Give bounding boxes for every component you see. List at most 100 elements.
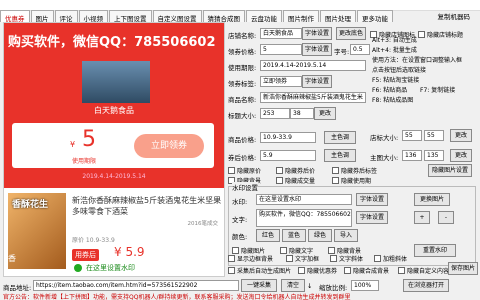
hide-custom-content-check[interactable]: 隐藏自定义内容 <box>398 266 449 275</box>
tab-custom[interactable]: 自定义图设置 <box>152 10 202 23</box>
claim-coupon-button: 立即领券 <box>134 134 204 158</box>
text-italic-check[interactable]: 文字斜体 <box>330 254 363 263</box>
change-bg-button[interactable]: 更改底色 <box>336 27 366 40</box>
main-image-width-input[interactable]: 136 <box>402 150 422 161</box>
reset-watermark-button[interactable]: 重置水印 <box>414 244 456 257</box>
coupon-price-label: 券后价格: <box>228 154 257 162</box>
show-border-bg-check[interactable]: 显示边框背景 <box>228 254 273 263</box>
hide-use-period-check[interactable]: 隐藏使用期 <box>332 176 371 185</box>
coupon-value-input[interactable]: 5 <box>260 44 302 55</box>
tab-coupon[interactable]: 优惠券 <box>0 10 30 23</box>
hide-original-price-check[interactable]: 隐藏原价 <box>228 166 261 175</box>
product-image-text: 香酥花生 <box>12 200 49 210</box>
coupon-yen: ¥ <box>70 140 76 149</box>
collect-button[interactable]: 一键采集 <box>241 279 277 292</box>
url-input[interactable]: https://item.taobao.com/item.htm?id=5735… <box>33 280 239 291</box>
color-blue-button[interactable]: 蓝色 <box>282 229 306 242</box>
main-image-size-change-button[interactable]: 更改 <box>450 149 472 162</box>
tab-cloud[interactable]: 云盘功能 <box>246 10 282 23</box>
auto-generate-check[interactable]: 采集后自动生成图片 <box>228 266 291 275</box>
main-image-size-label: 主图大小: <box>370 154 399 162</box>
coupon-price: ¥ 5.9 <box>114 245 145 259</box>
zoom-input[interactable]: 100% <box>351 280 379 291</box>
main-image-height-input[interactable]: 135 <box>424 150 444 161</box>
arrow-down-icon: ↓ <box>307 282 313 290</box>
main-tabs: 优惠券 图片 评论 小视频 上下图设置 自定义图设置 猜猜合成图 云盘功能 图片… <box>0 10 480 23</box>
minus-button[interactable]: - <box>438 211 454 224</box>
shop-name-input[interactable]: 白天鹅食品 <box>260 28 302 39</box>
price-label: 商品价格: <box>228 136 257 144</box>
tab-image[interactable]: 图片 <box>30 10 54 23</box>
announcement: 官方公告：软件新增【上下拼图】功能，需支持QQ机器人/群持续更新，联系客服采购；… <box>3 294 351 300</box>
tab-video[interactable]: 小视频 <box>78 10 108 23</box>
save-image-button[interactable]: 保存图片 <box>448 262 478 275</box>
shop-size-change-button[interactable]: 更改 <box>450 129 472 142</box>
hide-image-settings-button[interactable]: 隐藏图片设置 <box>428 164 472 177</box>
watermark-image-button[interactable]: 更换图片 <box>414 193 450 206</box>
text-label: 文字: <box>232 216 248 224</box>
hide-coupon-price-check[interactable]: 隐藏券后价 <box>276 166 315 175</box>
text-input[interactable]: 购买软件，微信QQ：785506602 <box>256 209 352 227</box>
coupon-sign-label: 领券标签: <box>228 80 257 88</box>
tab-make-image[interactable]: 图片制作 <box>283 10 319 23</box>
preview-shop-name: 白天鹅食品 <box>94 106 134 115</box>
price-input[interactable]: 10.9-33.9 <box>260 132 316 143</box>
size-label: 字号: <box>334 48 350 56</box>
tab-more[interactable]: 更多功能 <box>357 10 393 23</box>
product-name: 新浩你香酥麻辣椒盐5斤装酒鬼花生米坚果多味零食下酒菜 <box>72 196 222 216</box>
shop-font-button[interactable]: 字体设置 <box>302 27 332 40</box>
product-name-input[interactable]: 新浩你香酥麻辣椒盐5斤装酒鬼花生米 <box>260 92 366 103</box>
coupon-font-button[interactable]: 字体设置 <box>302 43 332 56</box>
url-label: 商品地址: <box>3 284 32 292</box>
product-image: 香酥花生 <box>8 193 66 269</box>
use-period-input[interactable]: 2019.4.14-2019.5.14 <box>260 60 366 71</box>
hint-7: F7: 复制链接 <box>420 87 456 94</box>
title-height-input[interactable]: 38 <box>290 108 314 119</box>
color-import-button[interactable]: 导入 <box>334 229 358 242</box>
watermark-input[interactable]: 在这里设置水印 <box>256 194 352 205</box>
price-tag: 用券后 <box>72 249 99 261</box>
shop-height-input[interactable]: 55 <box>424 130 444 141</box>
title-size-change-button[interactable]: 更改 <box>314 107 336 120</box>
copy-machine-code[interactable]: 复制机器码 <box>438 11 471 21</box>
color-green-button[interactable]: 绿色 <box>308 229 332 242</box>
hint-6: F6: 粘贴商品 <box>372 87 408 94</box>
hide-coupon-tag-check[interactable]: 隐藏券后标签 <box>332 166 377 175</box>
tab-compose[interactable]: 猜猜合成图 <box>202 10 245 23</box>
sold-count: 2016笔成交 <box>187 221 219 227</box>
watermark-font-button[interactable]: 字体设置 <box>356 193 388 206</box>
size-input[interactable]: 0.5 <box>350 44 370 55</box>
app-window: 优惠券 图片 评论 小视频 上下图设置 自定义图设置 猜猜合成图 云盘功能 图片… <box>0 0 480 300</box>
coupon-price-color-button[interactable]: 主色调 <box>324 149 356 162</box>
tab-image-process[interactable]: 图片处理 <box>320 10 356 23</box>
shop-size-label: 店标大小: <box>370 134 399 142</box>
clear-button[interactable]: 清空 <box>281 279 305 292</box>
open-browser-button[interactable]: 在浏览器打开 <box>403 279 449 292</box>
tab-top-bottom[interactable]: 上下图设置 <box>109 10 152 23</box>
hint-1: Alt+3: 自动生成 <box>372 37 417 44</box>
preview-title: 购买软件，微信QQ：785506602 <box>8 35 216 50</box>
hide-shop-title-check[interactable]: 隐藏店铺标题 <box>418 30 463 39</box>
shop-width-input[interactable]: 55 <box>402 130 422 141</box>
hide-sales-check[interactable]: 隐藏成交量 <box>276 176 315 185</box>
text-border-check[interactable]: 文字加框 <box>286 254 319 263</box>
sign-font-button[interactable]: 字体设置 <box>302 75 332 88</box>
coupon-date: 2019.4.14-2019.5.14 <box>82 173 146 180</box>
bold-italic-check[interactable]: 加粗斜体 <box>374 254 407 263</box>
coupon-price-input[interactable]: 5.9 <box>260 150 316 161</box>
hide-compose-bg-check[interactable]: 隐藏合成背景 <box>344 266 389 275</box>
price-color-button[interactable]: 主色调 <box>324 131 356 144</box>
tab-comments[interactable]: 评论 <box>54 10 78 23</box>
product-name-label: 商品名称: <box>228 96 257 104</box>
hide-coupon-check[interactable]: 隐藏优惠券 <box>298 266 337 275</box>
text-font-button[interactable]: 字体设置 <box>356 211 388 224</box>
url-bar: 商品地址: https://item.taobao.com/item.htm?i… <box>3 279 477 292</box>
plus-button[interactable]: + <box>414 211 430 224</box>
coupon-sign-input[interactable]: 立即领券 <box>260 76 302 87</box>
shop-name-label: 店铺名称: <box>228 32 257 40</box>
color-label: 颜色: <box>232 233 248 241</box>
title-width-input[interactable]: 253 <box>260 108 290 119</box>
preview-banner: 购买软件，微信QQ：785506602 白天鹅食品 ¥ 5 使用期限 立即领券 … <box>4 23 224 188</box>
color-red-button[interactable]: 红色 <box>256 229 280 242</box>
watermark-header: 水印设置 <box>232 182 258 192</box>
